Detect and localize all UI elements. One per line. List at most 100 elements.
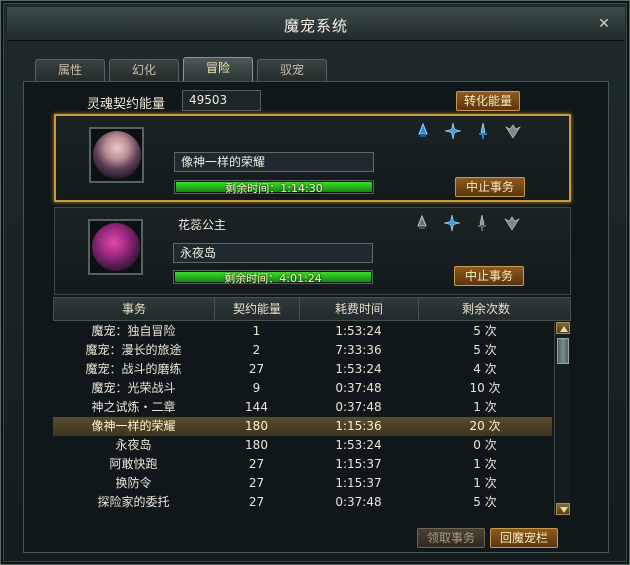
header-remaining[interactable]: 剩余次数	[419, 298, 553, 320]
energy-label: 灵魂契约能量	[87, 97, 166, 112]
convert-energy-button[interactable]: 转化能量	[456, 91, 520, 111]
sword-icon	[479, 122, 487, 139]
pet-card-1[interactable]: 像神一样的荣耀 剩余时间：1:14:30 中止事务	[54, 114, 571, 202]
pet-name: 花蕊公主	[178, 218, 227, 232]
cell-remaining: 5 次	[473, 343, 497, 357]
cell-remaining: 1 次	[473, 476, 497, 490]
cell-energy: 27	[248, 495, 265, 509]
pet-portrait	[91, 223, 140, 271]
cell-energy: 180	[245, 419, 268, 433]
arrow-up-icon	[560, 326, 568, 332]
cross-star-icon	[443, 214, 461, 232]
table-row[interactable]: 魔宠：战斗的磨练 27 1:53:24 4 次	[53, 360, 552, 379]
scroll-thumb[interactable]	[557, 338, 569, 364]
fire-bell-icon	[418, 122, 428, 137]
pet-portrait	[92, 131, 141, 179]
cell-time: 1:53:24	[335, 362, 382, 376]
pet-portrait-frame[interactable]	[88, 219, 143, 275]
cell-energy: 27	[248, 457, 265, 471]
table-row[interactable]: 探险家的委托 27 0:37:48 5 次	[53, 493, 552, 512]
table-row[interactable]: 像神一样的荣耀 180 1:15:36 20 次	[53, 417, 552, 436]
cell-time: 0:37:48	[335, 495, 382, 509]
cell-remaining: 20 次	[469, 419, 501, 433]
cell-mission: 神之试炼・二章	[91, 400, 176, 414]
tab-adventure[interactable]: 冒险	[183, 57, 253, 81]
cell-time: 1:15:36	[335, 419, 382, 433]
table-body: 魔宠：独自冒险 1 1:53:24 5 次魔宠：漫长的旅途 2 7:33:36 5 次魔宠：…	[53, 322, 552, 512]
wing-icon	[504, 216, 520, 231]
cell-time: 7:33:36	[335, 343, 382, 357]
header-time[interactable]: 耗费时间	[300, 298, 419, 320]
cell-energy: 27	[248, 362, 265, 376]
tab-transform[interactable]: 幻化	[109, 59, 179, 81]
cell-remaining: 5 次	[473, 495, 497, 509]
cell-mission: 阿敢快跑	[109, 457, 158, 471]
stop-mission-button[interactable]: 中止事务	[455, 177, 525, 197]
cell-time: 1:15:37	[335, 457, 382, 471]
remaining-time: 剩余时间：4:01:24	[224, 272, 322, 285]
cell-remaining: 5 次	[473, 324, 497, 338]
remaining-time: 剩余时间：1:14:30	[225, 182, 323, 195]
pet-portrait-frame[interactable]	[89, 127, 144, 183]
scroll-up-arrow[interactable]	[556, 322, 570, 334]
scroll-down-arrow[interactable]	[556, 503, 570, 515]
wing-icon	[505, 124, 521, 139]
cell-mission: 像神一样的荣耀	[91, 419, 176, 433]
bell-icon	[417, 214, 427, 229]
cell-mission: 探险家的委托	[97, 495, 170, 509]
cell-remaining: 0 次	[473, 438, 497, 452]
return-to-pets-button[interactable]: 回魔宠栏	[490, 528, 558, 548]
claim-mission-button[interactable]: 领取事务	[417, 528, 485, 548]
arrow-down-icon	[560, 507, 568, 513]
tab-tame[interactable]: 驭宠	[257, 59, 327, 81]
title-bar[interactable]: 魔宠系统 ✕	[7, 7, 625, 41]
table-row[interactable]: 阿敢快跑 27 1:15:37 1 次	[53, 455, 552, 474]
mission-progress-bar: 剩余时间：4:01:24	[173, 270, 373, 285]
header-energy[interactable]: 契约能量	[215, 298, 300, 320]
table-row[interactable]: 魔宠：光荣战斗 9 0:37:48 10 次	[53, 379, 552, 398]
header-mission[interactable]: 事务	[54, 298, 215, 320]
cell-mission: 魔宠：光荣战斗	[91, 381, 176, 395]
table-header: 事务 契约能量 耗费时间 剩余次数	[53, 297, 571, 321]
cell-remaining: 10 次	[469, 381, 501, 395]
table-scrollbar[interactable]	[554, 322, 570, 515]
table-row[interactable]: 永夜岛 180 1:53:24 0 次	[53, 436, 552, 455]
cell-remaining: 1 次	[473, 400, 497, 414]
pet-system-window: 魔宠系统 ✕ 属性 幻化 冒险 驭宠 灵魂契约能量 49503 转化能量 像神一…	[0, 0, 630, 565]
mission-table: 事务 契约能量 耗费时间 剩余次数 魔宠：独自冒险 1 1:53:24 5 次魔宠：漫…	[53, 297, 571, 517]
cell-energy: 9	[252, 381, 261, 395]
window-title: 魔宠系统	[283, 17, 348, 35]
cell-time: 1:15:37	[335, 476, 382, 490]
cell-mission: 永夜岛	[115, 438, 152, 452]
cell-remaining: 4 次	[473, 362, 497, 376]
tab-attributes[interactable]: 属性	[35, 59, 105, 81]
cell-mission: 换防令	[115, 476, 152, 490]
energy-value: 49503	[182, 90, 261, 111]
element-icons	[414, 122, 522, 140]
cell-energy: 144	[245, 400, 268, 414]
cross-star-icon	[444, 122, 462, 140]
cell-time: 0:37:48	[335, 400, 382, 414]
stop-mission-button[interactable]: 中止事务	[454, 266, 524, 286]
table-row[interactable]: 神之试炼・二章 144 0:37:48 1 次	[53, 398, 552, 417]
cell-time: 1:53:24	[335, 438, 382, 452]
cell-mission: 魔宠：漫长的旅途	[85, 343, 182, 357]
close-icon[interactable]: ✕	[597, 17, 611, 31]
current-mission: 像神一样的荣耀	[174, 152, 374, 172]
cell-energy: 180	[245, 438, 268, 452]
table-row[interactable]: 换防令 27 1:15:37 1 次	[53, 474, 552, 493]
tab-bar: 属性 幻化 冒险 驭宠	[35, 57, 327, 81]
element-icons	[413, 214, 521, 232]
cell-time: 1:53:24	[335, 324, 382, 338]
table-row[interactable]: 魔宠：独自冒险 1 1:53:24 5 次	[53, 322, 552, 341]
table-row[interactable]: 魔宠：漫长的旅途 2 7:33:36 5 次	[53, 341, 552, 360]
cell-energy: 2	[252, 343, 261, 357]
mission-progress-bar: 剩余时间：1:14:30	[174, 180, 374, 195]
cell-mission: 魔宠：独自冒险	[91, 324, 176, 338]
current-mission: 永夜岛	[173, 243, 373, 263]
cell-time: 0:37:48	[335, 381, 382, 395]
cell-remaining: 1 次	[473, 457, 497, 471]
pet-card-2[interactable]: 花蕊公主 永夜岛 剩余时间：4:01:24 中止事务	[54, 207, 571, 295]
cell-energy: 1	[252, 324, 261, 338]
cell-mission: 魔宠：战斗的磨练	[85, 362, 182, 376]
